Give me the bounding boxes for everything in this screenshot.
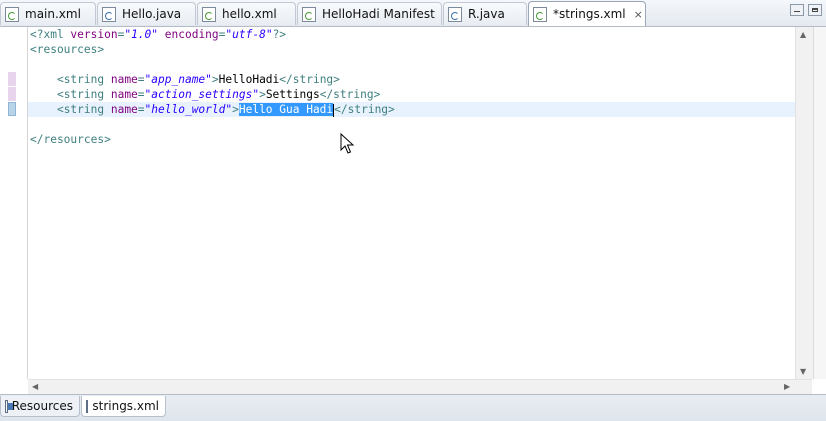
tab-resources[interactable]: Resources [0, 396, 80, 417]
tab-hello-java[interactable]: Hello.java [97, 2, 196, 25]
tab-label: *strings.xml [553, 7, 626, 21]
tab-r-java[interactable]: R.java [443, 2, 527, 25]
code-editor[interactable]: <?xml version="1.0" encoding="utf-8"?> <… [28, 27, 797, 379]
code-line: <resources> [30, 43, 105, 56]
scroll-left-arrow-icon[interactable]: ◀ [32, 382, 38, 391]
code-line: <string name="action_settings">Settings<… [56, 88, 381, 101]
scroll-up-arrow-icon[interactable]: ▲ [800, 30, 806, 39]
code-line: </resources> [30, 133, 111, 146]
tab-label: hello.xml [222, 7, 277, 21]
close-icon[interactable]: × [634, 8, 643, 21]
xml-file-icon [5, 6, 19, 22]
tab-label: Hello.java [122, 7, 182, 21]
minimize-icon[interactable] [790, 4, 804, 16]
resources-grid-icon [5, 399, 13, 413]
current-code-line: <string name="hello_world">Hello Gua Had… [28, 102, 797, 117]
xml-file-icon [302, 6, 316, 22]
tab-label: main.xml [25, 7, 81, 21]
source-document-icon [86, 399, 89, 413]
scroll-right-arrow-icon[interactable]: ▶ [784, 382, 790, 391]
maximize-icon[interactable] [808, 4, 822, 16]
change-marker [8, 102, 16, 116]
overview-ruler [813, 27, 826, 379]
horizontal-scrollbar[interactable]: ◀ ▶ [28, 379, 812, 395]
tab-main-xml[interactable]: main.xml [0, 2, 96, 25]
editor-ruler [0, 27, 28, 379]
change-marker [8, 87, 16, 101]
xml-file-icon [533, 6, 547, 22]
tab-strings-xml-source[interactable]: strings.xml [81, 396, 166, 417]
tab-strings-xml[interactable]: *strings.xml × [528, 1, 646, 26]
change-marker [8, 72, 16, 86]
scroll-down-arrow-icon[interactable]: ▼ [800, 367, 806, 376]
java-file-icon [448, 6, 462, 22]
tab-label: Resources [11, 399, 73, 413]
editor-page-tabs: Resources strings.xml [0, 394, 826, 421]
vertical-scrollbar[interactable]: ▲ ▼ [795, 27, 813, 379]
code-line: <?xml version="1.0" encoding="utf-8"?> [30, 28, 287, 41]
tab-label: R.java [468, 7, 505, 21]
tab-label: strings.xml [92, 399, 159, 413]
tab-label: HelloHadi Manifest [322, 7, 435, 21]
editor-tab-bar: main.xml Hello.java hello.xml HelloHadi … [0, 0, 826, 27]
tab-hello-xml[interactable]: hello.xml [197, 2, 296, 25]
tab-hellohadi-manifest[interactable]: HelloHadi Manifest [297, 2, 442, 25]
editor-window-controls [790, 4, 822, 16]
java-file-icon [102, 6, 116, 22]
xml-file-icon [202, 6, 216, 22]
selected-text[interactable]: Hello Gua Hadi [238, 103, 334, 116]
mouse-pointer-icon [340, 133, 354, 154]
code-line: <string name="app_name">HelloHadi</strin… [56, 73, 340, 86]
